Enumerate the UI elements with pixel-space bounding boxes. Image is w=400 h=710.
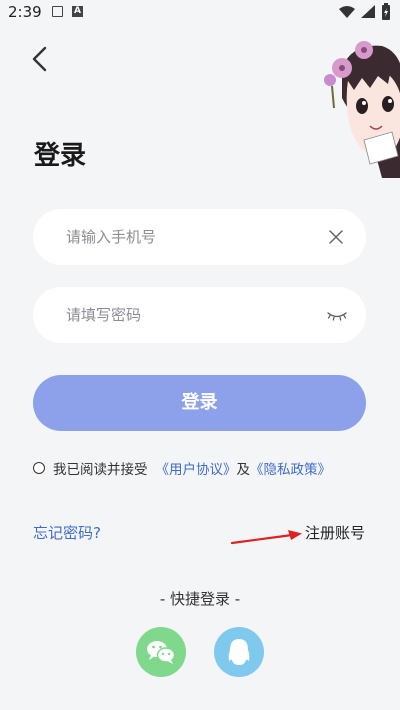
close-icon[interactable]: [326, 227, 346, 247]
privacy-policy-link[interactable]: 《隐私政策》: [250, 458, 331, 478]
page-title: 登录: [34, 141, 87, 171]
wechat-login-button[interactable]: [136, 627, 186, 677]
annotation-arrow-icon: [230, 530, 302, 545]
agreement-row: 我已阅读并接受 《用户协议》 及 《隐私政策》: [33, 458, 331, 478]
status-time: 2:39: [8, 3, 42, 21]
agreement-text: 我已阅读并接受: [53, 462, 148, 478]
eye-closed-icon[interactable]: [326, 305, 348, 325]
back-button[interactable]: [25, 43, 57, 75]
app-notification-icon: A: [72, 6, 83, 17]
password-input[interactable]: [66, 287, 316, 343]
anime-sticker-image: [324, 41, 400, 178]
qq-icon: [228, 639, 250, 665]
gallery-notification-icon: [52, 6, 63, 17]
qq-login-button[interactable]: [214, 627, 264, 677]
register-link[interactable]: 注册账号: [305, 522, 365, 543]
signal-icon: [361, 5, 375, 18]
wifi-icon: [339, 6, 355, 18]
password-field[interactable]: [33, 287, 366, 343]
phone-field[interactable]: [33, 209, 366, 265]
quick-login-title: - 快捷登录 -: [159, 590, 241, 608]
forgot-password-link[interactable]: 忘记密码?: [33, 522, 101, 543]
wechat-icon: [147, 641, 176, 664]
agreement-join-text: 及: [236, 462, 251, 478]
agreement-radio[interactable]: [33, 462, 45, 474]
login-button[interactable]: 登录: [33, 375, 366, 431]
battery-icon: [382, 3, 390, 20]
user-agreement-link[interactable]: 《用户协议》: [156, 458, 237, 478]
phone-input[interactable]: [66, 209, 316, 265]
